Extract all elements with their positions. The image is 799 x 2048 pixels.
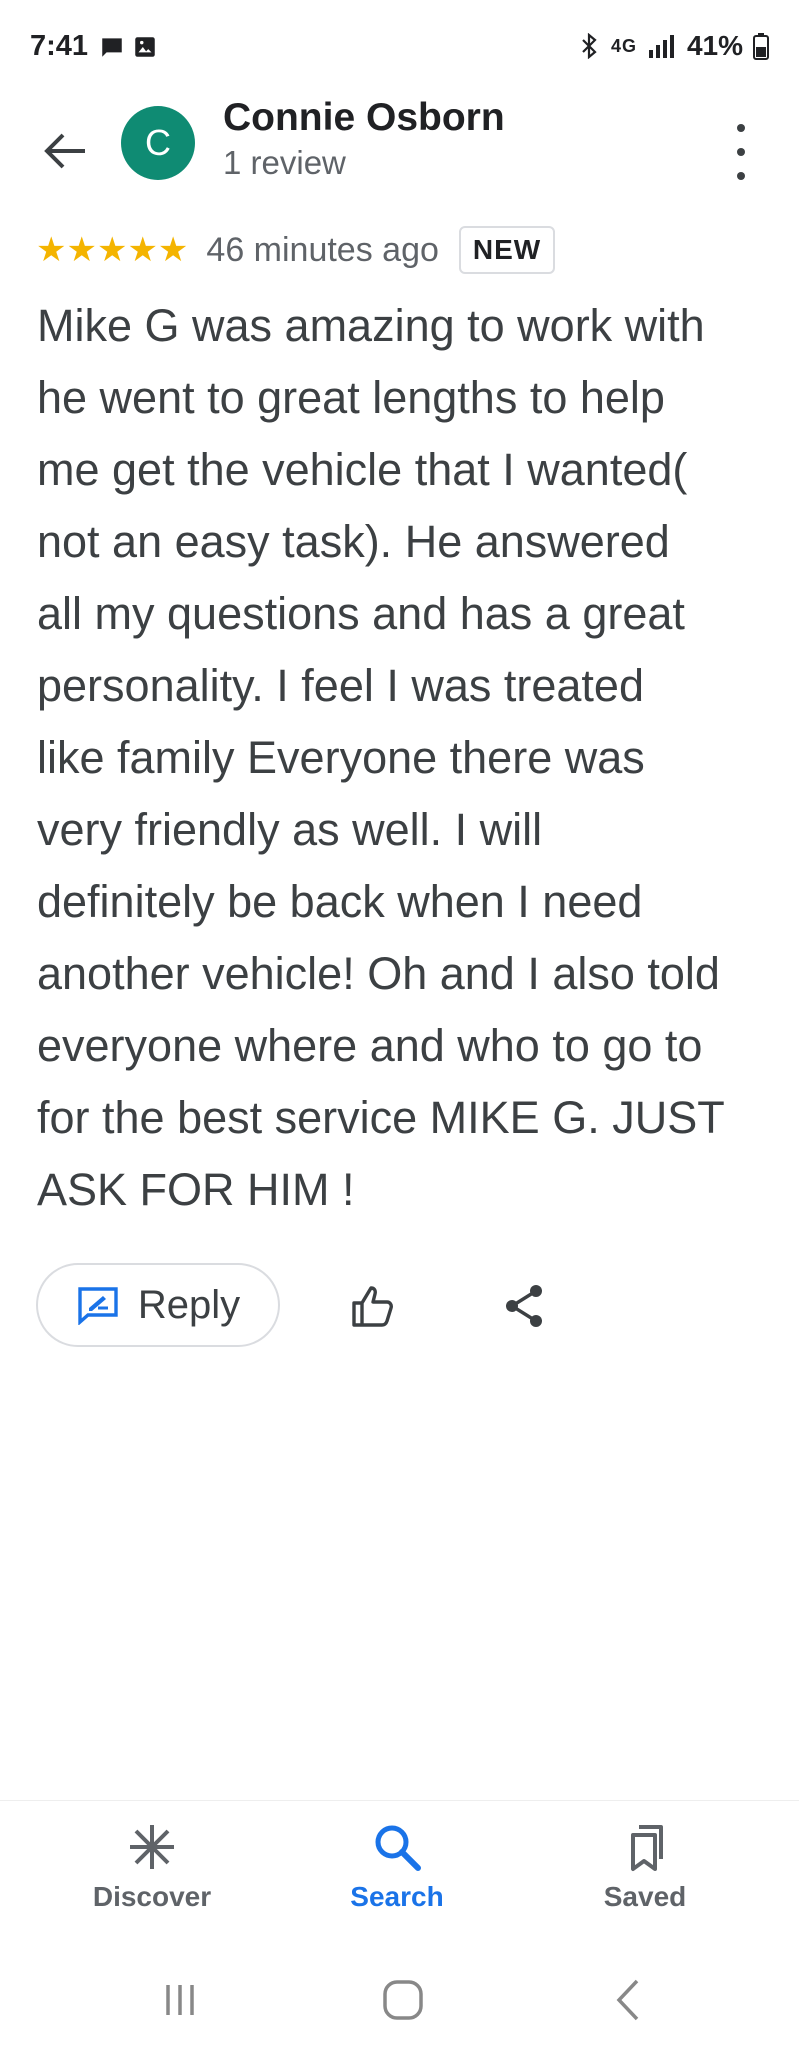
nav-label-discover: Discover — [92, 1881, 212, 1912]
new-badge: NEW — [458, 226, 556, 274]
home-icon[interactable] — [378, 1975, 428, 2025]
star-rating: ★★★★★ — [36, 231, 189, 269]
status-time: 7:41 — [30, 30, 89, 62]
review-meta: ★★★★★ 46 minutes ago NEW — [36, 222, 556, 278]
battery-icon — [753, 33, 769, 60]
recent-apps-icon[interactable] — [155, 1975, 205, 2025]
reply-edit-icon — [78, 1287, 118, 1325]
status-bar: 7:41 4G 41% — [0, 0, 799, 96]
bottom-navigation: Discover Search Saved — [0, 1800, 799, 1946]
system-back-icon[interactable] — [605, 1975, 655, 2025]
system-navigation-bar — [0, 1945, 799, 2048]
signal-icon — [648, 35, 674, 58]
more-dot — [737, 172, 745, 180]
nav-label-saved: Saved — [603, 1881, 687, 1912]
nav-search[interactable]: Search — [297, 1821, 497, 1913]
battery-percent: 41% — [686, 30, 743, 61]
review-time: 46 minutes ago — [206, 230, 439, 269]
more-dot — [737, 148, 745, 156]
network-type: 4G — [610, 35, 637, 56]
bookmarks-icon — [631, 1825, 663, 1871]
arrow-back-icon — [44, 133, 85, 169]
nav-saved[interactable]: Saved — [545, 1821, 745, 1913]
more-options-button[interactable] — [721, 124, 761, 180]
search-icon — [375, 1825, 421, 1871]
status-right: 4G 41% — [579, 30, 769, 62]
asterisk-icon — [130, 1825, 174, 1869]
more-dot — [737, 124, 745, 132]
avatar[interactable]: C — [121, 106, 195, 180]
thumbs-up-icon[interactable] — [348, 1281, 398, 1331]
image-notification-icon — [135, 37, 155, 57]
chat-notification-icon — [102, 38, 122, 57]
reviewer-review-count: 1 review — [223, 144, 346, 181]
reply-label: Reply — [137, 1282, 241, 1327]
review-actions: Reply — [36, 1263, 771, 1351]
back-button[interactable] — [40, 126, 90, 176]
nav-label-search: Search — [350, 1881, 444, 1912]
reviewer-name[interactable]: Connie Osborn — [223, 96, 505, 140]
review-header: C Connie Osborn 1 review — [0, 96, 799, 206]
share-icon[interactable] — [500, 1281, 550, 1331]
bluetooth-icon — [582, 33, 597, 59]
nav-discover[interactable]: Discover — [52, 1821, 252, 1913]
review-text: Mike G was amazing to work with he went … — [37, 300, 725, 1215]
reply-button[interactable]: Reply — [36, 1263, 280, 1347]
